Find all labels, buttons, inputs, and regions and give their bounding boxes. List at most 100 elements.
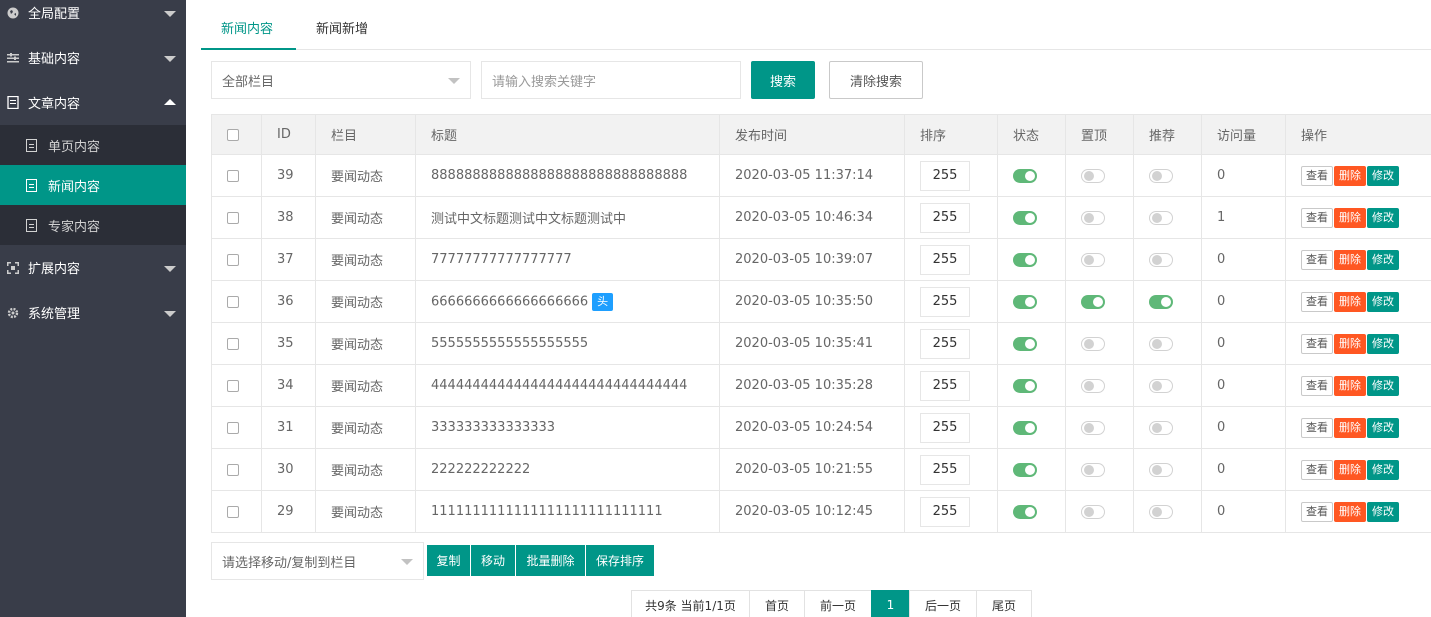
recommend-toggle[interactable] xyxy=(1149,504,1173,519)
delete-button[interactable]: 删除 xyxy=(1334,375,1366,396)
top-toggle[interactable] xyxy=(1081,168,1105,183)
move-copy-target-select[interactable]: 请选择移动/复制到栏目 xyxy=(211,542,424,580)
select-all-checkbox[interactable] xyxy=(227,128,239,141)
view-button[interactable]: 查看 xyxy=(1301,291,1333,312)
top-toggle[interactable] xyxy=(1081,378,1105,393)
status-toggle[interactable] xyxy=(1013,210,1037,225)
sidebar-subitem-expert[interactable]: 专家内容 xyxy=(0,205,186,245)
delete-button[interactable]: 删除 xyxy=(1334,459,1366,480)
delete-button[interactable]: 删除 xyxy=(1334,207,1366,228)
recommend-toggle[interactable] xyxy=(1149,336,1173,351)
row-title[interactable]: 222222222222 xyxy=(431,462,530,477)
edit-button[interactable]: 修改 xyxy=(1367,417,1399,438)
sort-input[interactable]: 255 xyxy=(920,412,970,443)
row-checkbox[interactable] xyxy=(227,505,239,518)
move-button[interactable]: 移动 xyxy=(471,545,516,576)
view-button[interactable]: 查看 xyxy=(1301,417,1333,438)
top-toggle[interactable] xyxy=(1081,252,1105,267)
search-input[interactable]: 请输入搜索关键字 xyxy=(481,61,741,99)
view-button[interactable]: 查看 xyxy=(1301,459,1333,480)
search-button[interactable]: 搜索 xyxy=(751,61,815,99)
edit-button[interactable]: 修改 xyxy=(1367,501,1399,522)
top-toggle[interactable] xyxy=(1081,210,1105,225)
sidebar-subitem-news[interactable]: 新闻内容 xyxy=(0,165,186,205)
row-checkbox[interactable] xyxy=(227,253,239,266)
row-title[interactable]: 333333333333333 xyxy=(431,420,555,435)
row-title[interactable]: 77777777777777777 xyxy=(431,252,572,267)
top-toggle[interactable] xyxy=(1081,462,1105,477)
sidebar-item-system-management[interactable]: 系统管理 xyxy=(0,290,186,335)
view-button[interactable]: 查看 xyxy=(1301,501,1333,522)
status-toggle[interactable] xyxy=(1013,420,1037,435)
recommend-toggle[interactable] xyxy=(1149,294,1173,309)
edit-button[interactable]: 修改 xyxy=(1367,249,1399,270)
edit-button[interactable]: 修改 xyxy=(1367,333,1399,354)
edit-button[interactable]: 修改 xyxy=(1367,459,1399,480)
sidebar-item-article-content[interactable]: 文章内容 xyxy=(0,80,186,125)
delete-button[interactable]: 删除 xyxy=(1334,333,1366,354)
delete-button[interactable]: 删除 xyxy=(1334,165,1366,186)
top-toggle[interactable] xyxy=(1081,336,1105,351)
edit-button[interactable]: 修改 xyxy=(1367,165,1399,186)
status-toggle[interactable] xyxy=(1013,294,1037,309)
sort-input[interactable]: 255 xyxy=(920,160,970,191)
row-checkbox[interactable] xyxy=(227,295,239,308)
row-checkbox[interactable] xyxy=(227,463,239,476)
row-checkbox[interactable] xyxy=(227,169,239,182)
row-title[interactable]: 测试中文标题测试中文标题测试中 xyxy=(431,212,626,227)
top-toggle[interactable] xyxy=(1081,504,1105,519)
recommend-toggle[interactable] xyxy=(1149,252,1173,267)
sort-input[interactable]: 255 xyxy=(920,496,970,527)
view-button[interactable]: 查看 xyxy=(1301,333,1333,354)
view-button[interactable]: 查看 xyxy=(1301,207,1333,228)
recommend-toggle[interactable] xyxy=(1149,462,1173,477)
edit-button[interactable]: 修改 xyxy=(1367,207,1399,228)
sort-input[interactable]: 255 xyxy=(920,328,970,359)
recommend-toggle[interactable] xyxy=(1149,378,1173,393)
pagination-current-page[interactable]: 1 xyxy=(871,590,910,617)
view-button[interactable]: 查看 xyxy=(1301,249,1333,270)
sidebar-item-basic-content[interactable]: 基础内容 xyxy=(0,35,186,80)
delete-button[interactable]: 删除 xyxy=(1334,249,1366,270)
recommend-toggle[interactable] xyxy=(1149,210,1173,225)
status-toggle[interactable] xyxy=(1013,504,1037,519)
pagination-prev[interactable]: 前一页 xyxy=(804,590,872,617)
sort-input[interactable]: 255 xyxy=(920,454,970,485)
pagination-next[interactable]: 后一页 xyxy=(909,590,977,617)
sidebar-item-extended-content[interactable]: 扩展内容 xyxy=(0,245,186,290)
pagination-last[interactable]: 尾页 xyxy=(976,590,1032,617)
row-checkbox[interactable] xyxy=(227,421,239,434)
save-sort-button[interactable]: 保存排序 xyxy=(586,545,654,576)
delete-button[interactable]: 删除 xyxy=(1334,291,1366,312)
pagination-first[interactable]: 首页 xyxy=(749,590,805,617)
sidebar-item-global-config[interactable]: 全局配置 xyxy=(0,0,186,35)
row-title[interactable]: 4444444444444444444444444444444 xyxy=(431,378,687,393)
recommend-toggle[interactable] xyxy=(1149,168,1173,183)
sort-input[interactable]: 255 xyxy=(920,202,970,233)
status-toggle[interactable] xyxy=(1013,378,1037,393)
tab-news-add[interactable]: 新闻新增 xyxy=(296,10,388,50)
row-checkbox[interactable] xyxy=(227,211,239,224)
top-toggle[interactable] xyxy=(1081,294,1105,309)
batch-delete-button[interactable]: 批量删除 xyxy=(516,545,586,576)
sidebar-subitem-single-page[interactable]: 单页内容 xyxy=(0,125,186,165)
sort-input[interactable]: 255 xyxy=(920,244,970,275)
sort-input[interactable]: 255 xyxy=(920,286,970,317)
clear-search-button[interactable]: 清除搜索 xyxy=(829,61,923,99)
top-toggle[interactable] xyxy=(1081,420,1105,435)
category-select[interactable]: 全部栏目 xyxy=(211,61,471,99)
row-checkbox[interactable] xyxy=(227,337,239,350)
row-title[interactable]: 6666666666666666666 xyxy=(431,294,588,309)
status-toggle[interactable] xyxy=(1013,336,1037,351)
view-button[interactable]: 查看 xyxy=(1301,375,1333,396)
sort-input[interactable]: 255 xyxy=(920,370,970,401)
delete-button[interactable]: 删除 xyxy=(1334,501,1366,522)
row-title[interactable]: 5555555555555555555 xyxy=(431,336,588,351)
status-toggle[interactable] xyxy=(1013,252,1037,267)
status-toggle[interactable] xyxy=(1013,462,1037,477)
row-title[interactable]: 1111111111111111111111111111 xyxy=(431,504,663,519)
delete-button[interactable]: 删除 xyxy=(1334,417,1366,438)
row-checkbox[interactable] xyxy=(227,379,239,392)
status-toggle[interactable] xyxy=(1013,168,1037,183)
tab-news-content[interactable]: 新闻内容 xyxy=(201,10,296,50)
